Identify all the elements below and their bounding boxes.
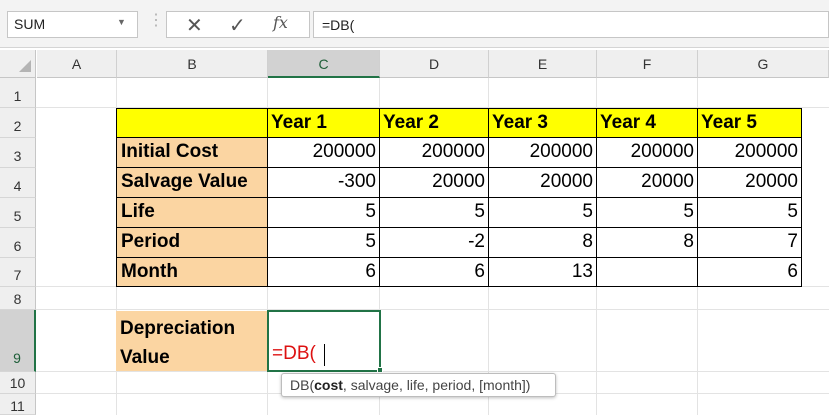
chevron-down-icon[interactable]: ▼	[117, 17, 126, 27]
select-all-icon	[19, 60, 31, 72]
table-cell[interactable]: 5	[380, 198, 489, 228]
tooltip-args: , salvage, life, period, [month])	[342, 377, 531, 393]
table-cell[interactable]: 20000	[380, 168, 489, 198]
row-header-4[interactable]: 4	[0, 168, 36, 198]
table-cell[interactable]: -2	[380, 228, 489, 258]
row-header-10[interactable]: 10	[0, 372, 36, 394]
year-header[interactable]: Year 3	[489, 108, 597, 138]
row-header-8[interactable]: 8	[0, 287, 36, 310]
year-header[interactable]: Year 4	[597, 108, 698, 138]
table-cell[interactable]: 6	[268, 258, 380, 287]
depreciation-label-line1: Depreciation	[120, 318, 236, 339]
table-cell[interactable]: 200000	[489, 138, 597, 168]
table-cell[interactable]: 200000	[597, 138, 698, 168]
table-cell[interactable]	[597, 258, 698, 287]
gridline	[36, 309, 829, 310]
table-cell[interactable]: 5	[698, 198, 802, 228]
function-tooltip[interactable]: DB(cost, salvage, life, period, [month])	[281, 373, 556, 397]
tooltip-current-arg[interactable]: cost	[314, 377, 343, 393]
column-header-g[interactable]: G	[698, 50, 829, 78]
row-label-initial-cost[interactable]: Initial Cost	[116, 138, 268, 168]
column-header-e[interactable]: E	[489, 50, 597, 78]
year-header[interactable]: Year 1	[268, 108, 380, 138]
table-cell[interactable]: 7	[698, 228, 802, 258]
row-header-6[interactable]: 6	[0, 228, 36, 258]
row-header-2[interactable]: 2	[0, 108, 36, 138]
column-header-c[interactable]: C	[268, 50, 380, 78]
column-header-a[interactable]: A	[37, 50, 117, 78]
insert-function-icon[interactable]: fx	[273, 13, 288, 32]
table-cell[interactable]: 6	[380, 258, 489, 287]
table-cell[interactable]: -300	[268, 168, 380, 198]
row-header-3[interactable]: 3	[0, 138, 36, 168]
year-header[interactable]: Year 2	[380, 108, 489, 138]
table-cell[interactable]: 200000	[380, 138, 489, 168]
table-cell[interactable]: 20000	[597, 168, 698, 198]
table-cell[interactable]: 5	[268, 228, 380, 258]
table-cell[interactable]: 5	[268, 198, 380, 228]
table-cell[interactable]: 6	[698, 258, 802, 287]
table-cell[interactable]: 8	[489, 228, 597, 258]
table-cell[interactable]: 13	[489, 258, 597, 287]
table-cell[interactable]: 5	[489, 198, 597, 228]
row-label-salvage-value[interactable]: Salvage Value	[116, 168, 268, 198]
table-cell[interactable]: 200000	[698, 138, 802, 168]
column-header-d[interactable]: D	[380, 50, 489, 78]
year-header[interactable]: Year 5	[698, 108, 802, 138]
active-cell-formula: =DB(	[272, 343, 316, 364]
table-cell[interactable]: 5	[597, 198, 698, 228]
text-caret	[324, 344, 325, 366]
table-cell[interactable]: 200000	[268, 138, 380, 168]
row-header-9[interactable]: 9	[0, 310, 36, 372]
depreciation-label-cell[interactable]: Depreciation Value	[116, 311, 268, 371]
row-header-5[interactable]: 5	[0, 198, 36, 228]
row-header-1[interactable]: 1	[0, 78, 36, 108]
row-label-month[interactable]: Month	[116, 258, 268, 287]
table-cell[interactable]: 8	[597, 228, 698, 258]
enter-check-icon[interactable]: ✓	[229, 13, 246, 38]
column-header-f[interactable]: F	[597, 50, 698, 78]
row-header-7[interactable]: 7	[0, 258, 36, 287]
row-label-life[interactable]: Life	[116, 198, 268, 228]
table-cell[interactable]: 20000	[698, 168, 802, 198]
table-cell[interactable]: 20000	[489, 168, 597, 198]
column-header-b[interactable]: B	[117, 50, 268, 78]
cancel-icon[interactable]: ✕	[186, 13, 203, 38]
depreciation-label-line2: Value	[120, 347, 170, 368]
drag-handle-icon[interactable]: ⋮	[148, 13, 164, 29]
row-label-period[interactable]: Period	[116, 228, 268, 258]
table-header-blank[interactable]	[116, 108, 268, 138]
row-header-11[interactable]: 11	[0, 394, 36, 415]
tooltip-function-name: DB(	[290, 377, 315, 393]
formula-input[interactable]: =DB(	[313, 11, 829, 38]
